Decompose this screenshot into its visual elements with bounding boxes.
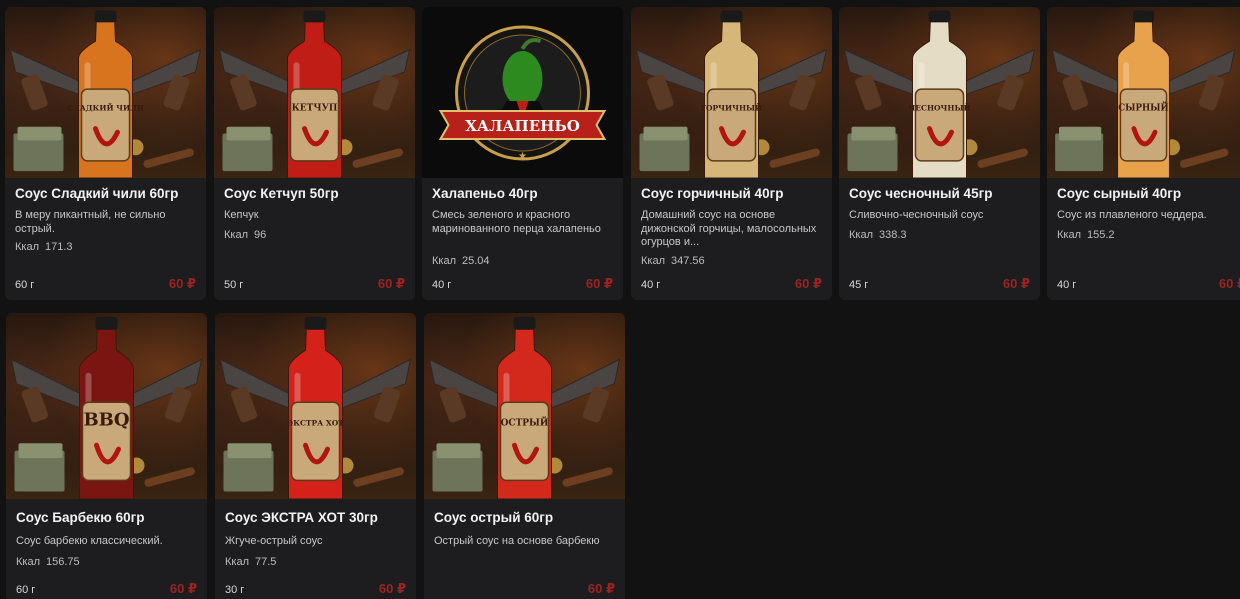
kcal-label: Ккал: [641, 255, 665, 267]
product-weight: 60 г: [15, 279, 35, 291]
product-price: 60 ₽: [1002, 276, 1030, 291]
ketchup-bottle-icon: КЕТЧУП: [218, 10, 411, 178]
product-weight: 50 г: [224, 279, 244, 291]
product-title: Соус Сладкий чили 60гр: [15, 186, 179, 201]
product-weight: 40 г: [1057, 279, 1077, 291]
kcal-value: 155.2: [1087, 229, 1115, 241]
product-description: Соус барбекю классический.: [16, 535, 163, 547]
product-price: 60 ₽: [168, 276, 196, 291]
product-description: Соус из плавленого чеддера.: [1057, 209, 1207, 221]
hot-bottle-icon: ОСТРЫЙ: [428, 316, 621, 499]
bbq-bottle-icon: BBQ: [10, 316, 203, 499]
product-card-sweet-chili[interactable]: СЛАДКИЙ ЧИЛИ Соус Сладкий чили 60гр В ме…: [5, 7, 206, 300]
product-card-mustard[interactable]: ГОРЧИЧНЫЙ Соус горчичный 40гр Домашний с…: [631, 7, 832, 300]
kcal-value: 338.3: [879, 229, 907, 241]
kcal-label: Ккал: [225, 556, 249, 568]
product-card-cheese[interactable]: СЫРНЫЙ Соус сырный 40гр Соус из плавлено…: [1047, 7, 1240, 300]
product-price: 60 ₽: [378, 581, 406, 596]
product-kcal: Ккал 171.3: [15, 241, 73, 253]
product-title: Халапеньо 40гр: [432, 186, 538, 201]
svg-text:ЭКСТРА ХОТ: ЭКСТРА ХОТ: [287, 419, 344, 428]
sweet-chili-bottle-icon: СЛАДКИЙ ЧИЛИ: [9, 10, 202, 178]
svg-text:BBQ: BBQ: [83, 410, 129, 431]
product-description: Смесь зеленого и красного маринованного …: [432, 209, 601, 235]
product-weight: 40 г: [641, 279, 661, 291]
kcal-value: 96: [254, 229, 267, 241]
product-price: 60 ₽: [169, 581, 197, 596]
cheese-bottle-image: СЫРНЫЙ: [1047, 7, 1240, 178]
product-description: Острый соус на основе барбекю: [434, 535, 600, 547]
product-kcal: Ккал 96: [224, 229, 266, 241]
product-card-hot[interactable]: ОСТРЫЙ Соус острый 60гр Острый соус на о…: [424, 313, 625, 599]
product-price: 60 ₽: [585, 276, 613, 291]
product-card-jalapeno[interactable]: ХАЛАПЕНЬО ★ Халапеньо 40гр Смесь зеленого…: [422, 7, 623, 300]
product-price: 60 ₽: [794, 276, 822, 291]
product-price: 60 ₽: [377, 276, 405, 291]
kcal-value: 171.3: [45, 241, 73, 253]
product-weight: 40 г: [432, 279, 452, 291]
product-card-extra-hot[interactable]: ЭКСТРА ХОТ Соус ЭКСТРА ХОТ 30гр Жгуче-ос…: [215, 313, 416, 599]
kcal-label: Ккал: [224, 229, 248, 241]
product-card-ketchup[interactable]: КЕТЧУП Соус Кетчуп 50гр Кепчук Ккал 96 50…: [214, 7, 415, 300]
product-weight: 45 г: [849, 279, 869, 291]
svg-text:ЧЕСНОЧНЫЙ: ЧЕСНОЧНЫЙ: [908, 103, 970, 113]
product-grid: СЛАДКИЙ ЧИЛИ Соус Сладкий чили 60гр В ме…: [0, 0, 1240, 599]
product-card-bbq[interactable]: BBQ Соус Барбекю 60гр Соус барбекю класс…: [6, 313, 207, 599]
extra-hot-bottle-image: ЭКСТРА ХОТ: [215, 313, 416, 499]
kcal-label: Ккал: [849, 229, 873, 241]
product-description: Жгуче-острый соус: [225, 535, 323, 547]
ketchup-bottle-image: КЕТЧУП: [214, 7, 415, 178]
product-price: 60 ₽: [587, 581, 615, 596]
product-title: Соус Кетчуп 50гр: [224, 186, 339, 201]
product-description: В меру пикантный, не сильно острый.: [15, 209, 166, 235]
svg-text:СЛАДКИЙ ЧИЛИ: СЛАДКИЙ ЧИЛИ: [67, 103, 144, 113]
product-kcal: Ккал 156.75: [16, 556, 80, 568]
product-card-garlic[interactable]: ЧЕСНОЧНЫЙ Соус чесночный 45гр Сливочно-ч…: [839, 7, 1040, 300]
cheese-bottle-icon: СЫРНЫЙ: [1051, 10, 1236, 178]
bbq-bottle-image: BBQ: [6, 313, 207, 499]
product-title: Соус сырный 40гр: [1057, 186, 1182, 201]
kcal-value: 77.5: [255, 556, 277, 568]
mustard-bottle-image: ГОРЧИЧНЫЙ: [631, 7, 832, 178]
svg-text:ХАЛАПЕНЬО: ХАЛАПЕНЬО: [465, 117, 580, 135]
svg-text:ГОРЧИЧНЫЙ: ГОРЧИЧНЫЙ: [701, 103, 762, 113]
kcal-value: 25.04: [462, 255, 490, 267]
product-title: Соус горчичный 40гр: [641, 186, 784, 201]
product-title: Соус острый 60гр: [434, 510, 554, 525]
svg-text:★: ★: [518, 151, 527, 162]
kcal-label: Ккал: [16, 556, 40, 568]
extra-hot-bottle-icon: ЭКСТРА ХОТ: [219, 316, 412, 499]
jalapeno-logo-image: ХАЛАПЕНЬО ★: [422, 7, 623, 178]
product-weight: 60 г: [16, 584, 36, 596]
product-weight: 30 г: [225, 584, 245, 596]
product-price: 60 ₽: [1218, 276, 1240, 291]
hot-bottle-image: ОСТРЫЙ: [424, 313, 625, 499]
product-description: Домашний соус на основе дижонской горчиц…: [641, 209, 817, 248]
kcal-value: 347.56: [671, 255, 705, 267]
sweet-chili-bottle-image: СЛАДКИЙ ЧИЛИ: [5, 7, 206, 178]
product-title: Соус чесночный 45гр: [849, 186, 993, 201]
product-description: Кепчук: [224, 209, 259, 221]
kcal-label: Ккал: [1057, 229, 1081, 241]
garlic-bottle-image: ЧЕСНОЧНЫЙ: [839, 7, 1040, 178]
garlic-bottle-icon: ЧЕСНОЧНЫЙ: [843, 10, 1036, 178]
product-kcal: Ккал 338.3: [849, 229, 907, 241]
kcal-value: 156.75: [46, 556, 80, 568]
product-title: Соус Барбекю 60гр: [16, 510, 145, 525]
svg-text:КЕТЧУП: КЕТЧУП: [292, 104, 338, 114]
product-title: Соус ЭКСТРА ХОТ 30гр: [225, 510, 378, 525]
product-kcal: Ккал 347.56: [641, 255, 705, 267]
mustard-bottle-icon: ГОРЧИЧНЫЙ: [635, 10, 828, 178]
product-kcal: Ккал 25.04: [432, 255, 490, 267]
product-kcal: Ккал 155.2: [1057, 229, 1115, 241]
kcal-label: Ккал: [15, 241, 39, 253]
jalapeno-logo-icon: ХАЛАПЕНЬО ★: [438, 25, 607, 162]
kcal-label: Ккал: [432, 255, 456, 267]
product-description: Сливочно-чесночный соус: [849, 209, 984, 221]
product-kcal: Ккал 77.5: [225, 556, 276, 568]
